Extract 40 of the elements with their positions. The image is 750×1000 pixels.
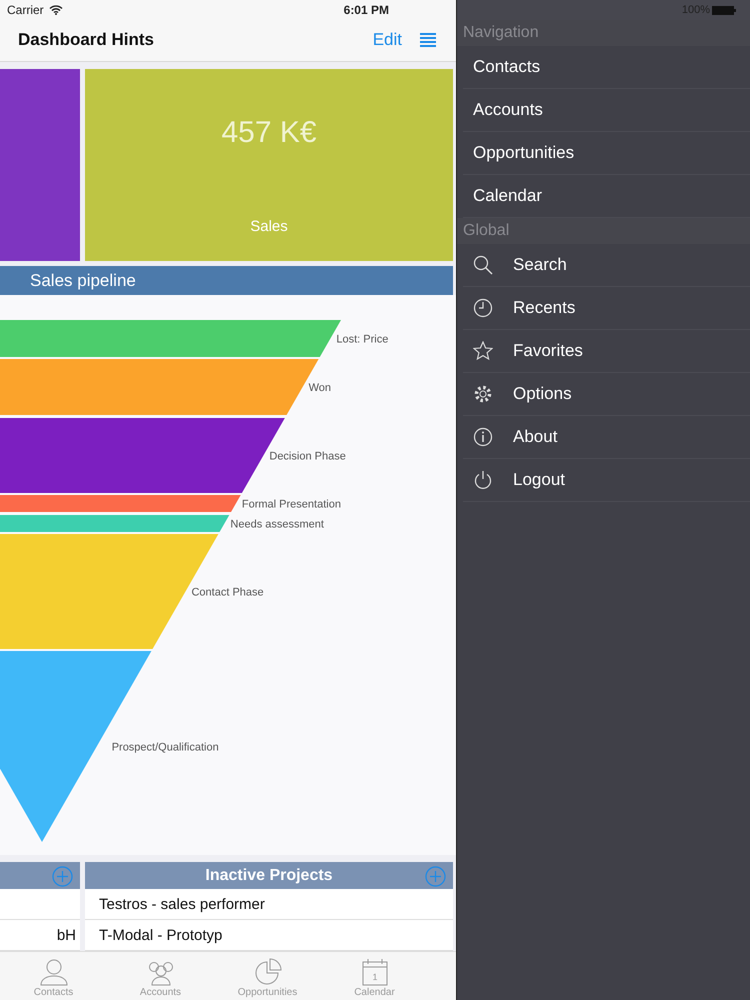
menu-item[interactable]: Options xyxy=(463,373,750,416)
list-header: Inactive Projects xyxy=(85,862,453,889)
clock-icon xyxy=(473,298,493,318)
menu-icon[interactable] xyxy=(420,33,436,48)
star-icon xyxy=(473,341,493,361)
section-header: Navigation xyxy=(457,20,750,46)
section-header: Sales pipeline xyxy=(0,266,453,295)
add-icon[interactable] xyxy=(52,866,73,887)
list-item[interactable]: Testros - sales performer xyxy=(99,896,265,912)
stage-label: Contact Phase xyxy=(191,586,264,598)
dashboard-tile[interactable] xyxy=(0,69,80,261)
menu-item[interactable]: Accounts xyxy=(463,89,750,132)
stage-label: Formal Presentation xyxy=(242,498,341,510)
list-item[interactable]: bH xyxy=(56,926,76,944)
menu-item[interactable]: Contacts xyxy=(463,46,750,89)
stage-label: Decision Phase xyxy=(269,450,346,462)
stage-label: Prospect/Qualification xyxy=(112,742,219,754)
add-icon[interactable] xyxy=(425,866,446,887)
wifi-icon xyxy=(48,4,63,15)
menu-item[interactable]: Opportunities xyxy=(463,132,750,175)
list-item[interactable]: T-Modal - Prototyp xyxy=(99,926,222,944)
carrier-label: Carrier xyxy=(7,2,44,17)
menu-item[interactable]: Search xyxy=(463,244,750,287)
section-header: Global xyxy=(457,218,750,244)
settings-icon xyxy=(473,384,493,404)
power-icon xyxy=(473,470,493,490)
menu-item[interactable]: Recents xyxy=(463,287,750,330)
menu-item[interactable]: About xyxy=(463,416,750,459)
stage-label: Lost: Price xyxy=(336,334,388,346)
status-time: 6:01 PM xyxy=(344,2,389,17)
search-icon xyxy=(473,255,493,275)
info-icon xyxy=(473,427,493,447)
stage-label: Needs assessment xyxy=(230,518,324,530)
menu-item[interactable]: Favorites xyxy=(463,330,750,373)
battery-icon xyxy=(712,6,736,14)
person-icon xyxy=(38,958,68,986)
pie-chart-icon xyxy=(254,958,282,986)
stage-label: Won xyxy=(308,382,332,394)
menu-item[interactable]: Logout xyxy=(463,459,750,502)
window-title: Dashboard Hints xyxy=(18,30,154,50)
